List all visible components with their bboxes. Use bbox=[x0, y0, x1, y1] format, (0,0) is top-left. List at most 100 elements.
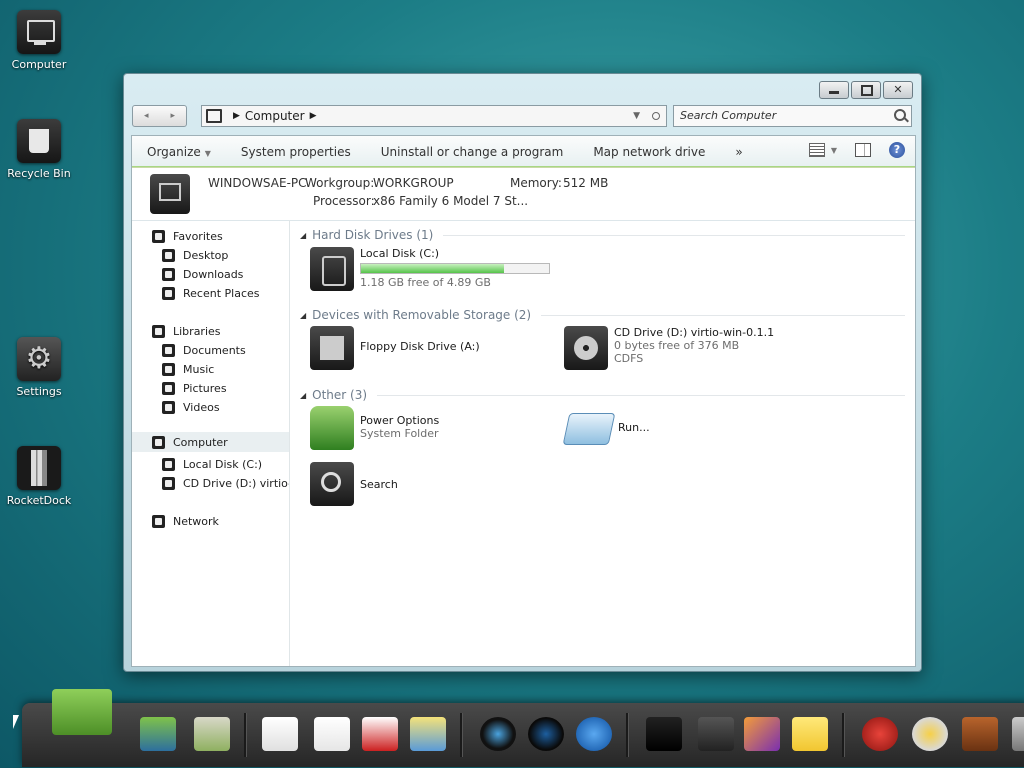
close-button[interactable] bbox=[883, 81, 913, 99]
back-forward-buttons[interactable]: ◂ ▸ bbox=[132, 105, 187, 127]
youtube-icon[interactable] bbox=[362, 717, 398, 751]
collapse-triangle-icon[interactable]: ◢ bbox=[300, 391, 306, 400]
item-free-space: 0 bytes free of 376 MB bbox=[614, 339, 740, 352]
camera-icon[interactable] bbox=[480, 717, 516, 751]
trash-icon[interactable] bbox=[1012, 717, 1024, 751]
nav-computer[interactable]: Computer bbox=[132, 432, 289, 452]
star-icon bbox=[152, 230, 165, 243]
group-label: Devices with Removable Storage (2) bbox=[312, 308, 532, 322]
nav-network[interactable]: Network bbox=[152, 515, 219, 528]
preview-pane-icon[interactable] bbox=[855, 143, 871, 157]
nav-recent-places[interactable]: Recent Places bbox=[162, 287, 260, 300]
desktop-computer-shortcut[interactable]: Computer bbox=[1, 10, 77, 71]
disk-usage-fill bbox=[361, 264, 504, 273]
play-store-icon[interactable] bbox=[262, 717, 298, 751]
nav-music[interactable]: Music bbox=[162, 363, 214, 376]
nav-documents[interactable]: Documents bbox=[162, 344, 246, 357]
dock-separator bbox=[842, 713, 844, 757]
photo-icon[interactable] bbox=[744, 717, 780, 751]
maps-icon[interactable] bbox=[410, 717, 446, 751]
nav-label: Desktop bbox=[183, 249, 229, 262]
change-view-button[interactable]: ▼ bbox=[808, 143, 837, 157]
nav-label: Pictures bbox=[183, 382, 227, 395]
desktop-recycle-bin-shortcut[interactable]: Recycle Bin bbox=[1, 119, 77, 180]
browser-globe-icon[interactable] bbox=[576, 717, 612, 751]
weather-icon[interactable] bbox=[912, 717, 948, 751]
nav-label: Libraries bbox=[173, 325, 221, 338]
collapse-triangle-icon[interactable]: ◢ bbox=[300, 231, 306, 240]
magnifier-icon bbox=[310, 462, 354, 506]
details-pane: WINDOWSAE-PC Workgroup: WORKGROUP Memory… bbox=[132, 168, 915, 221]
group-hard-disk-drives[interactable]: ◢ Hard Disk Drives (1) bbox=[300, 228, 905, 242]
gmail-icon[interactable] bbox=[314, 717, 350, 751]
drive-icon bbox=[162, 458, 175, 471]
nav-desktop[interactable]: Desktop bbox=[162, 249, 228, 262]
local-disk-item[interactable]: Local Disk (C:) 1.18 GB free of 4.89 GB bbox=[310, 247, 550, 291]
pc-name: WINDOWSAE-PC bbox=[208, 176, 307, 190]
gingerbread-icon[interactable] bbox=[962, 717, 998, 751]
search-input[interactable] bbox=[674, 106, 880, 124]
nav-videos[interactable]: Videos bbox=[162, 401, 220, 414]
floppy-disk-icon bbox=[310, 326, 354, 370]
search-icon[interactable] bbox=[894, 109, 906, 121]
android-icon[interactable] bbox=[52, 689, 112, 735]
run-item[interactable]: Run... bbox=[562, 406, 650, 445]
group-removable-storage[interactable]: ◢ Devices with Removable Storage (2) bbox=[300, 308, 905, 322]
settings-gear-icon bbox=[17, 337, 61, 381]
library-icon bbox=[152, 325, 165, 338]
nav-downloads[interactable]: Downloads bbox=[162, 268, 243, 281]
window-controls bbox=[819, 81, 913, 99]
explorer-window: ◂ ▸ ▶ Computer ▶ ▼ Organize▼ System prop… bbox=[123, 73, 922, 672]
sticky-notes-icon[interactable] bbox=[792, 717, 828, 751]
android-folder-icon[interactable] bbox=[194, 717, 230, 751]
desktop-settings-shortcut[interactable]: Settings bbox=[1, 337, 77, 398]
more-commands-button[interactable]: » bbox=[720, 145, 757, 159]
nav-local-disk[interactable]: Local Disk (C:) bbox=[162, 458, 262, 471]
nav-label: Videos bbox=[183, 401, 220, 414]
computer-globe-icon[interactable] bbox=[140, 717, 176, 751]
nav-libraries[interactable]: Libraries bbox=[152, 325, 221, 338]
document-icon bbox=[162, 344, 175, 357]
nav-pictures[interactable]: Pictures bbox=[162, 382, 227, 395]
maximize-button[interactable] bbox=[851, 81, 881, 99]
angry-birds-icon[interactable] bbox=[862, 717, 898, 751]
organize-button[interactable]: Organize ▼ bbox=[132, 145, 226, 159]
map-network-drive-button[interactable]: Map network drive bbox=[578, 145, 720, 159]
nav-favorites[interactable]: Favorites bbox=[152, 230, 223, 243]
address-dropdown-icon[interactable]: ▼ bbox=[633, 111, 640, 121]
pictures-icon bbox=[162, 382, 175, 395]
nav-label: Local Disk (C:) bbox=[183, 458, 263, 471]
view-controls: ▼ ? bbox=[808, 142, 905, 158]
nav-cd-drive[interactable]: CD Drive (D:) virtio-w bbox=[162, 477, 289, 490]
group-other[interactable]: ◢ Other (3) bbox=[300, 388, 905, 402]
chevron-down-icon: ▼ bbox=[830, 145, 837, 155]
back-arrow-icon[interactable]: ◂ bbox=[144, 111, 149, 121]
help-icon[interactable]: ? bbox=[889, 142, 905, 158]
system-properties-button[interactable]: System properties bbox=[226, 145, 366, 159]
breadcrumb-computer[interactable]: Computer bbox=[245, 109, 305, 123]
calculator-icon[interactable] bbox=[698, 717, 734, 751]
recent-places-icon bbox=[162, 287, 175, 300]
power-options-item[interactable]: Power Options System Folder bbox=[310, 406, 439, 450]
uninstall-program-button[interactable]: Uninstall or change a program bbox=[366, 145, 579, 159]
collapse-triangle-icon[interactable]: ◢ bbox=[300, 311, 306, 320]
desktop-rocketdock-shortcut[interactable]: RocketDock bbox=[1, 446, 77, 507]
search-item[interactable]: Search bbox=[310, 462, 398, 506]
cd-icon bbox=[162, 477, 175, 490]
cd-drive-item[interactable]: CD Drive (D:) virtio-win-0.1.1 0 bytes f… bbox=[564, 326, 774, 370]
navigation-pane: Favorites Desktop Downloads Recent Place… bbox=[132, 220, 290, 666]
breadcrumb-chevron-icon[interactable]: ▶ bbox=[233, 111, 240, 121]
refresh-icon[interactable] bbox=[652, 112, 660, 120]
forward-arrow-icon[interactable]: ▸ bbox=[170, 111, 175, 121]
minimize-button[interactable] bbox=[819, 81, 849, 99]
nav-label: Documents bbox=[183, 344, 246, 357]
breadcrumb-chevron-icon[interactable]: ▶ bbox=[310, 111, 317, 121]
processor-value: x86 Family 6 Model 7 St... bbox=[373, 194, 529, 208]
floppy-drive-item[interactable]: Floppy Disk Drive (A:) bbox=[310, 326, 480, 370]
address-bar[interactable]: ▶ Computer ▶ ▼ bbox=[201, 105, 667, 127]
disk-usage-bar bbox=[360, 263, 550, 274]
color-picker-icon[interactable] bbox=[646, 717, 682, 751]
speaker-icon[interactable] bbox=[528, 717, 564, 751]
search-box[interactable] bbox=[673, 105, 912, 127]
desktop-icon-label: Computer bbox=[11, 58, 67, 71]
